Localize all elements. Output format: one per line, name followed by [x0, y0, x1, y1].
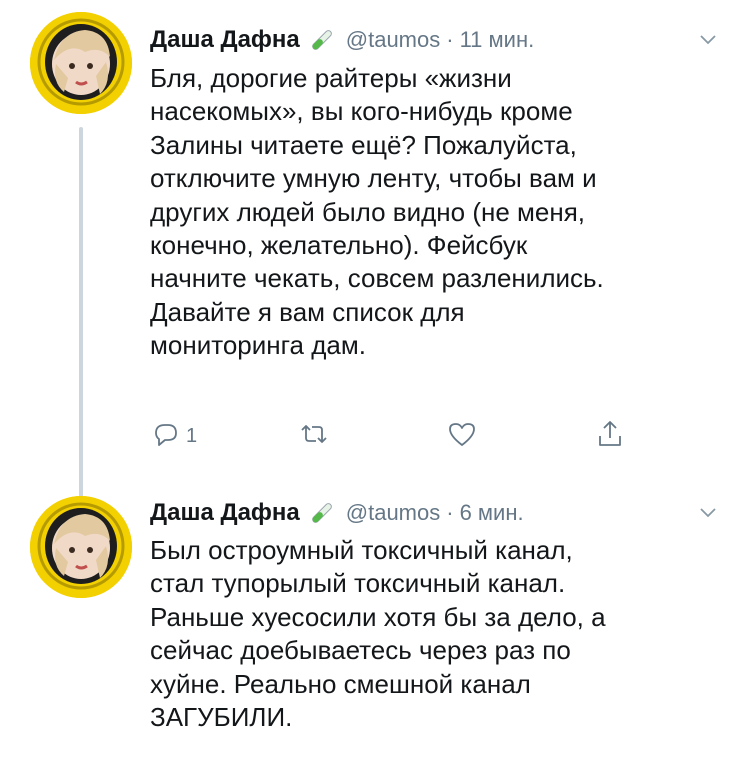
reply-button[interactable]: 1 — [150, 418, 197, 454]
author-handle[interactable]: @taumos — [346, 500, 440, 526]
author-name[interactable]: Даша Дафна — [150, 26, 300, 54]
author-name[interactable]: Даша Дафна — [150, 499, 300, 527]
tweet-text-line: отключите умную ленту, чтобы вам и — [150, 163, 597, 194]
tweet-text-line: Был остроумный токсичный канал, — [150, 535, 573, 565]
tweet-text-line: стал тупорылый токсичный канал. — [150, 568, 566, 599]
tweet-header: Даша Дафна @taumos · 6 мин. — [150, 495, 725, 531]
retweet-button[interactable] — [298, 418, 330, 454]
tweet-timestamp[interactable]: 11 мин. — [460, 27, 535, 53]
tweet-text-line: Бля, дорогие райтеры «жизни — [150, 63, 512, 93]
reply-count: 1 — [186, 424, 198, 447]
like-button[interactable] — [446, 418, 478, 454]
tweet-actions: 1 — [150, 418, 640, 458]
chevron-down-icon[interactable] — [697, 501, 719, 523]
avatar[interactable] — [30, 12, 132, 114]
tweet[interactable]: Даша Дафна @taumos · 6 мин. Был остроумн… — [0, 478, 745, 772]
separator-dot: · — [446, 500, 454, 525]
share-icon — [594, 418, 626, 455]
separator-dot: · — [446, 27, 454, 52]
tweet-text-line: Раньше хуесосили хотя бы за дело, а — [150, 601, 606, 632]
tweet-text-line: Давайте я вам список для — [150, 296, 465, 327]
share-button[interactable] — [594, 418, 626, 454]
tweet-text-line: ЗАГУБИЛИ. — [150, 702, 293, 733]
chevron-down-icon[interactable] — [697, 28, 719, 50]
tweet-timestamp[interactable]: 6 мин. — [460, 500, 524, 526]
tweet-text-line: Залины читаете ещё? Пожалуйста, — [150, 129, 577, 160]
tweet[interactable]: Даша Дафна @taumos · 11 мин. Бля, дороги… — [0, 0, 745, 478]
tweet-text-line: начните чекать, совсем разленились. — [150, 263, 604, 294]
test-tube-icon — [308, 26, 336, 54]
avatar[interactable] — [30, 496, 132, 598]
tweet-header: Даша Дафна @taumos · 11 мин. — [150, 22, 725, 58]
tweet-text: Был остроумный токсичный канал, стал туп… — [150, 534, 715, 734]
tweet-text-line: конечно, желательно). Фейсбук — [150, 230, 528, 261]
tweet-text-line: хуйне. Реально смешной канал — [150, 668, 531, 699]
tweet-text-line: насекомых», вы кого-нибудь кроме — [150, 96, 573, 127]
tweet-text-line: сейчас доебываетесь через раз по — [150, 635, 571, 666]
tweet-text-line: других людей было видно (не меня, — [150, 196, 586, 227]
reply-icon — [150, 418, 182, 455]
retweet-icon — [298, 418, 330, 455]
test-tube-icon — [308, 499, 336, 527]
heart-icon — [446, 418, 478, 455]
tweet-text: Бля, дорогие райтеры «жизни насекомых», … — [150, 62, 715, 363]
tweet-text-line: мониторинга дам. — [150, 330, 366, 361]
author-handle[interactable]: @taumos — [346, 27, 440, 53]
